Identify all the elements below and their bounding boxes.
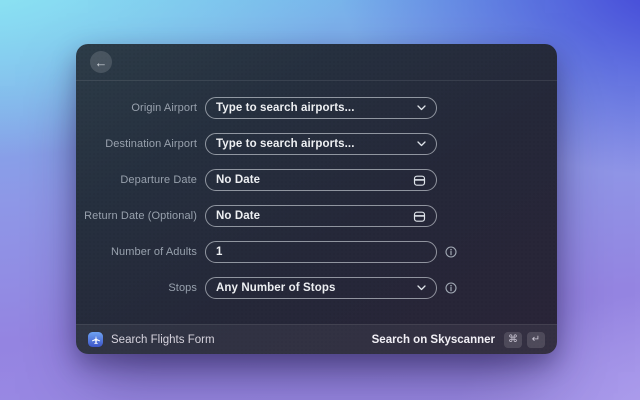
primary-action-label[interactable]: Search on Skyscanner (372, 334, 495, 346)
action-bar: Search Flights Form Search on Skyscanner… (76, 324, 557, 354)
flight-search-form: Origin Airport Type to search airports..… (76, 80, 557, 299)
calendar-icon (413, 174, 426, 187)
adults-input[interactable]: 1 (205, 241, 437, 263)
primary-action-group[interactable]: Search on Skyscanner ⌘ ↵ (372, 331, 545, 348)
info-icon[interactable] (445, 282, 457, 294)
command-key-chip: ⌘ (504, 331, 522, 348)
airplane-icon (88, 332, 103, 347)
calendar-icon (413, 210, 426, 223)
form-row-stops: Stops Any Number of Stops (76, 277, 557, 299)
destination-airport-select[interactable]: Type to search airports... (205, 133, 437, 155)
origin-airport-label: Origin Airport (131, 102, 197, 114)
info-icon[interactable] (445, 246, 457, 258)
form-row-origin: Origin Airport Type to search airports..… (76, 97, 557, 119)
adults-value: 1 (216, 246, 223, 258)
departure-date-label: Departure Date (120, 174, 197, 186)
origin-airport-placeholder: Type to search airports... (216, 102, 355, 114)
stops-select[interactable]: Any Number of Stops (205, 277, 437, 299)
destination-airport-label: Destination Airport (105, 138, 197, 150)
dialog-header: ← (76, 44, 557, 80)
back-button[interactable]: ← (90, 51, 112, 73)
back-arrow-icon: ← (94, 54, 108, 70)
chevron-down-icon (417, 105, 426, 111)
origin-airport-select[interactable]: Type to search airports... (205, 97, 437, 119)
chevron-down-icon (417, 285, 426, 291)
search-flights-dialog: ← Origin Airport Type to search airports… (76, 44, 557, 354)
departure-date-picker[interactable]: No Date (205, 169, 437, 191)
form-row-destination: Destination Airport Type to search airpo… (76, 133, 557, 155)
return-date-value: No Date (216, 210, 261, 222)
form-row-departure-date: Departure Date No Date (76, 169, 557, 191)
stops-value: Any Number of Stops (216, 282, 336, 294)
adults-label: Number of Adults (111, 246, 197, 258)
return-date-label: Return Date (Optional) (84, 210, 197, 222)
stops-label: Stops (168, 282, 197, 294)
form-row-adults: Number of Adults 1 (76, 241, 557, 263)
form-row-return-date: Return Date (Optional) No Date (76, 205, 557, 227)
destination-airport-placeholder: Type to search airports... (216, 138, 355, 150)
return-date-picker[interactable]: No Date (205, 205, 437, 227)
chevron-down-icon (417, 141, 426, 147)
return-key-chip: ↵ (527, 331, 545, 348)
departure-date-value: No Date (216, 174, 261, 186)
form-title: Search Flights Form (111, 333, 215, 346)
